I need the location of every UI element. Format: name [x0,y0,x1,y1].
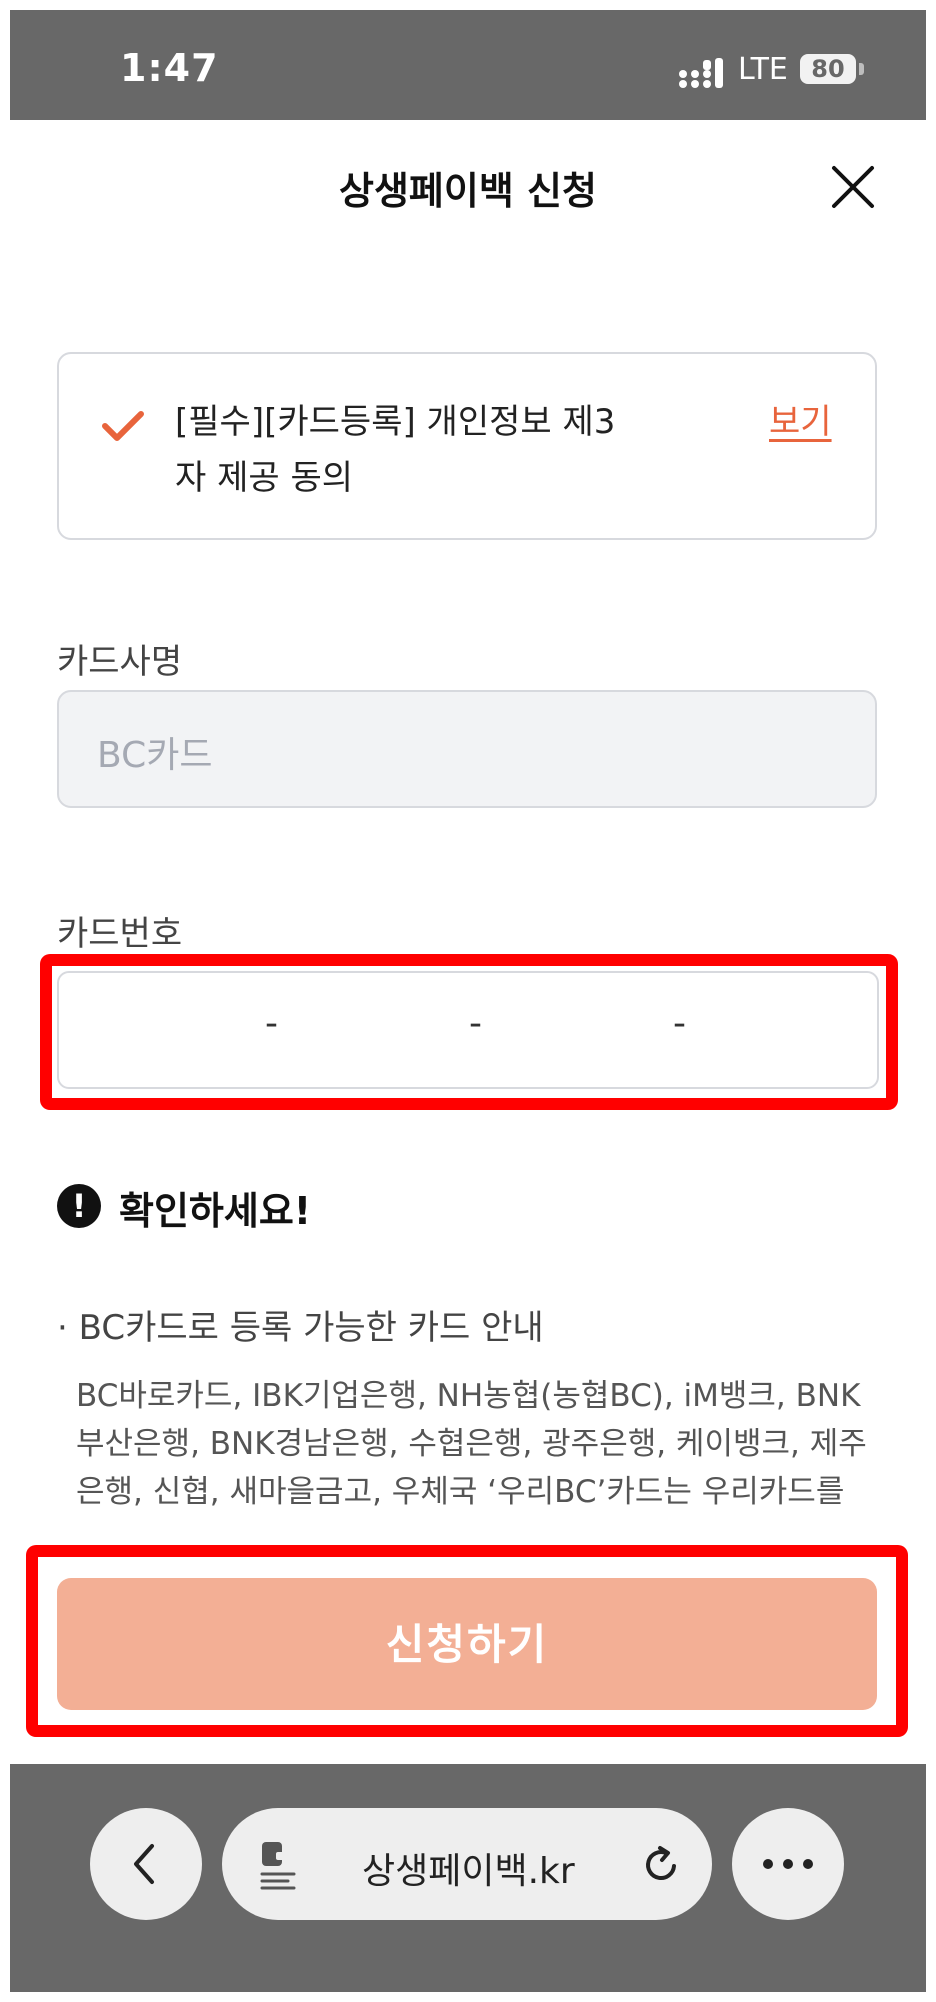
card-number-label: 카드번호 [57,914,183,954]
consent-box[interactable]: [필수][카드등록] 개인정보 제3자 제공 동의 보기 [57,352,877,540]
more-icon [763,1859,813,1869]
notice-bullet-title: · BC카드로 등록 가능한 카드 안내 [57,1308,544,1348]
apply-button[interactable]: 신청하기 [57,1578,877,1710]
chevron-left-icon [134,1844,154,1884]
card-number-separator: - [265,1003,278,1044]
card-company-label: 카드사명 [57,642,183,682]
check-icon[interactable] [101,408,145,444]
exclamation-icon: ! [57,1184,101,1228]
more-options-button[interactable] [732,1808,844,1920]
app-frame: 1:47 LTE 80 상생페이백 신청 [필수][카드등록] 개인정보 제3자… [10,10,926,1992]
network-type: LTE [738,52,788,87]
card-company-value: BC카드 [97,735,213,776]
consent-view-link[interactable]: 보기 [769,394,832,450]
consent-text: [필수][카드등록] 개인정보 제3자 제공 동의 [175,402,616,498]
battery-tip [859,63,864,75]
card-number-input[interactable]: - - - [57,971,879,1089]
card-company-field: BC카드 [57,690,877,808]
page-title: 상생페이백 신청 [339,169,597,213]
close-icon[interactable] [828,162,878,212]
battery-indicator: 80 [800,54,856,84]
url-text: 상생페이백.kr [362,1851,575,1892]
site-info-icon [260,1842,296,1890]
status-time: 1:47 [120,46,219,90]
card-number-separator: - [469,1003,482,1044]
reload-icon[interactable] [640,1844,682,1886]
address-bar[interactable]: 상생페이백.kr [222,1808,712,1920]
back-button[interactable] [90,1808,202,1920]
card-number-separator: - [673,1003,686,1044]
signal-icon [679,58,723,88]
status-bar: 1:47 LTE 80 [10,10,926,120]
notice-title: 확인하세요! [119,1189,312,1233]
